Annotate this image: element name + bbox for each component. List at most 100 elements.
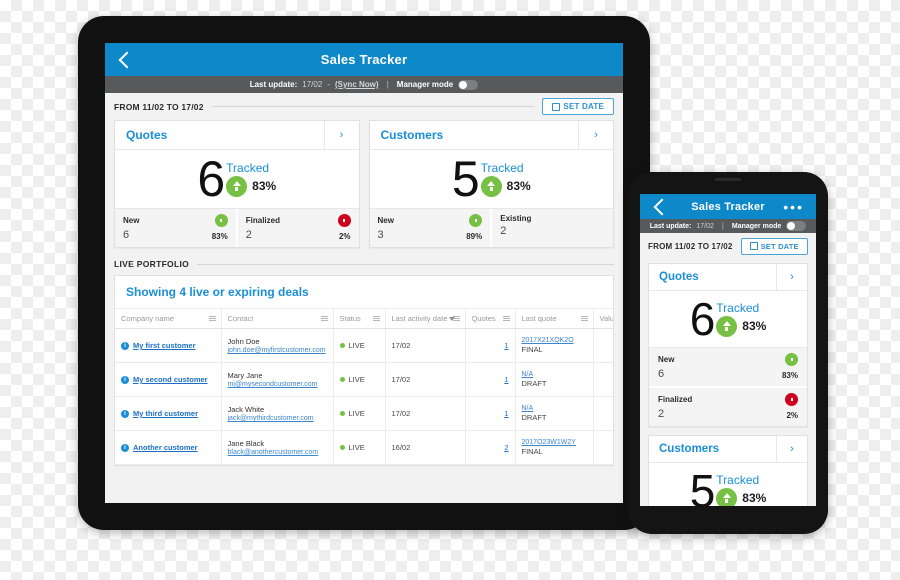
last-update-value: 17/02 (302, 80, 323, 89)
column-header-quotes[interactable]: Quotes (465, 309, 516, 329)
last-activity-value: 17/02 (391, 375, 411, 384)
company-link[interactable]: My second customer (133, 375, 208, 384)
card-header: Quotes › (649, 264, 807, 291)
quotes-count-link[interactable]: 2 (472, 443, 508, 452)
tablet-app-bar: Sales Tracker (105, 43, 623, 76)
contact-name: Jane Black (227, 439, 265, 448)
column-menu-icon[interactable] (502, 315, 510, 322)
dash: - (327, 80, 330, 89)
info-icon[interactable]: i (121, 409, 129, 418)
manager-mode-toggle[interactable] (458, 79, 479, 90)
cell-value (593, 362, 613, 397)
last-quote-ref-link[interactable]: 2017O23W1W2Y (522, 439, 587, 446)
back-button[interactable] (115, 43, 141, 76)
kpi-card-customers: Customers › 5 Tracked 83% New 3 89% Exis… (368, 120, 614, 248)
company-link[interactable]: Another customer (133, 443, 198, 452)
card-title-quotes: Quotes (126, 128, 168, 142)
column-header-last-activity-date[interactable]: Last activity date (385, 309, 466, 329)
column-header-company-name[interactable]: Company name (115, 309, 222, 329)
contact-email-link[interactable]: mj@mysecondcustomer.com (228, 381, 327, 388)
manager-mode-toggle[interactable] (786, 221, 807, 231)
column-header-status[interactable]: Status (333, 309, 386, 329)
kpi-card-quotes: Quotes › 6 Tracked 83% New 6 83% Finaliz… (114, 120, 360, 248)
cell-last-quote: 2017X21XQK2O FINAL (515, 328, 594, 363)
last-quote-ref-link[interactable]: 2017X21XQK2O (522, 337, 587, 344)
column-menu-icon[interactable] (372, 315, 380, 322)
cell-status: LIVE (333, 396, 386, 431)
kpi-footer-value-new-customers: 3 (377, 229, 384, 241)
last-activity-value: 17/02 (391, 409, 411, 418)
quotes-count-link[interactable]: 1 (472, 341, 508, 350)
calendar-icon (552, 102, 561, 111)
info-icon[interactable]: i (121, 341, 129, 350)
column-menu-icon[interactable] (580, 315, 588, 322)
kpi-pct-row: 83% (716, 315, 766, 337)
status-label: LIVE (348, 443, 365, 452)
table-row[interactable]: i My second customer Mary Jane mj@myseco… (115, 362, 613, 397)
last-quote-ref-link[interactable]: N/A (522, 371, 587, 378)
cell-contact: Mary Jane mj@mysecondcustomer.com (221, 362, 334, 397)
status-dot-live (339, 343, 345, 348)
card-open-arrow-customers[interactable]: › (578, 121, 613, 149)
column-header-contact[interactable]: Contact (221, 309, 334, 329)
cell-quotes: 1 (465, 328, 516, 363)
column-header-value[interactable]: Value (593, 309, 613, 329)
kpi-tracked-label-customers: Tracked (716, 472, 760, 487)
cell-contact: John Doe john.doe@myfirstcustomer.com (221, 328, 334, 363)
kpi-card-row: Quotes › 6 Tracked 83% New 6 83% Finaliz… (105, 120, 623, 248)
phone-screen: Sales Tracker ••• Last update: 17/02 | M… (640, 194, 816, 506)
last-quote-ref-link[interactable]: N/A (522, 405, 587, 412)
table-row[interactable]: i My first customer John Doe john.doe@my… (115, 328, 613, 363)
table-row[interactable]: i Another customer Jane Black black@anot… (115, 430, 613, 465)
column-menu-icon[interactable] (320, 315, 328, 322)
kpi-footer-pct-finalized: 2% (786, 411, 798, 420)
phone-page-title: Sales Tracker (691, 200, 765, 213)
cell-value (593, 430, 613, 465)
company-link[interactable]: My third customer (133, 409, 198, 418)
kpi-pct-row: 83% (480, 175, 531, 197)
trend-up-icon-quotes (226, 175, 248, 197)
phone-back-button[interactable] (650, 194, 676, 219)
kpi-footer-pct-finalized: 2% (338, 232, 351, 241)
kpi-footer-value-new: 6 (658, 368, 665, 380)
set-date-button[interactable]: SET DATE (740, 237, 808, 255)
contact-email-link[interactable]: black@anothercustomer.com (228, 449, 327, 456)
cell-company: i My second customer (115, 362, 222, 397)
card-open-arrow-customers[interactable]: › (776, 436, 807, 462)
column-menu-icon[interactable] (452, 315, 460, 322)
sync-now-link[interactable]: (Sync Now) (335, 80, 379, 89)
card-footer: New 6 83% Finalized 2 2% (649, 347, 807, 426)
table-row[interactable]: i My third customer Jack White jack@myth… (115, 396, 613, 431)
info-icon[interactable]: i (121, 443, 129, 452)
more-options-icon[interactable]: ••• (783, 200, 804, 214)
page-title: Sales Tracker (320, 52, 408, 67)
cell-company: i Another customer (115, 430, 222, 465)
manager-mode-label: Manager mode (731, 222, 782, 230)
column-header-last-quote[interactable]: Last quote (515, 309, 594, 329)
card-open-arrow-quotes[interactable]: › (323, 121, 359, 149)
company-link[interactable]: My first customer (133, 341, 196, 350)
kpi-detail: Tracked 83% (716, 472, 766, 506)
contact-email-link[interactable]: jack@mythirdcustomer.com (228, 415, 327, 422)
table-header-row: Company name Contact Status Last activit… (115, 309, 613, 329)
cell-value (593, 396, 613, 431)
trend-up-icon-new (214, 214, 228, 227)
set-date-button[interactable]: SET DATE (542, 98, 614, 115)
column-menu-icon[interactable] (208, 315, 216, 322)
quotes-count-link[interactable]: 1 (472, 409, 508, 418)
info-icon[interactable]: i (121, 375, 129, 384)
card-open-arrow-quotes[interactable]: › (776, 264, 807, 290)
live-portfolio-label: LIVE PORTFOLIO (114, 259, 190, 269)
cell-quotes: 1 (465, 362, 516, 397)
tablet-status-bar: Last update: 17/02 - (Sync Now) | Manage… (105, 76, 623, 93)
kpi-footer-name-finalized: Finalized (658, 395, 693, 404)
phone-app-bar: Sales Tracker ••• (640, 194, 816, 219)
kpi-detail: Tracked 83% (716, 302, 766, 337)
calendar-icon (749, 242, 758, 250)
cell-last-activity: 17/02 (385, 396, 466, 431)
contact-email-link[interactable]: john.doe@myfirstcustomer.com (228, 347, 327, 354)
trend-up-icon-new-customers (469, 214, 483, 227)
trend-down-icon-finalized (337, 214, 351, 227)
date-range-label: FROM 11/02 TO 17/02 (648, 241, 733, 251)
quotes-count-link[interactable]: 1 (472, 375, 508, 384)
